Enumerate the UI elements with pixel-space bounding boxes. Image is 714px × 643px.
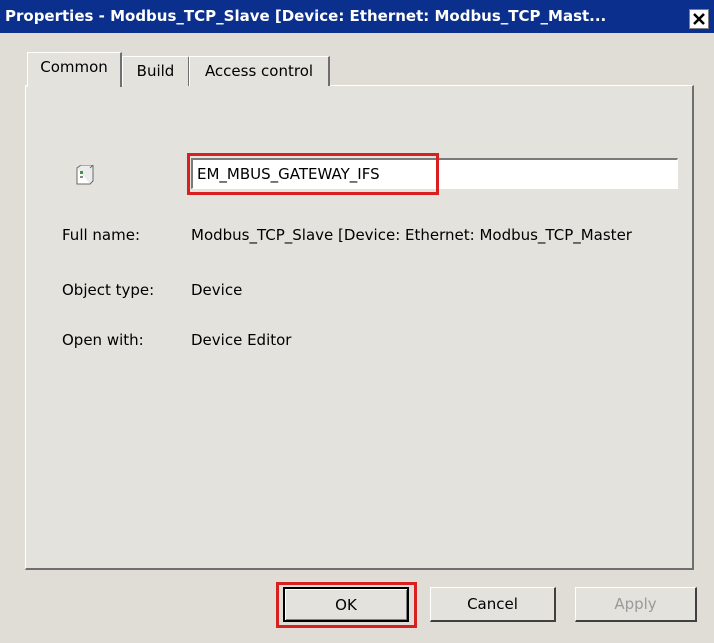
close-button[interactable] [689, 9, 709, 29]
full-name-label: Full name: [62, 226, 141, 244]
close-icon [693, 13, 705, 25]
title-bar[interactable]: Properties - Modbus_TCP_Slave [Device: E… [0, 0, 714, 33]
tab-access-control[interactable]: Access control [189, 56, 330, 86]
tab-build[interactable]: Build [122, 56, 190, 86]
object-type-value: Device [191, 281, 243, 299]
device-icon [76, 164, 94, 189]
object-type-label: Object type: [62, 281, 155, 299]
apply-button[interactable]: Apply [575, 587, 697, 622]
ok-button[interactable]: OK [283, 587, 409, 622]
object-name-input[interactable] [191, 158, 678, 189]
open-with-value: Device Editor [191, 331, 292, 349]
open-with-label: Open with: [62, 331, 144, 349]
window-title: Properties - Modbus_TCP_Slave [Device: E… [5, 7, 607, 25]
tab-common[interactable]: Common [27, 52, 122, 87]
cancel-button[interactable]: Cancel [430, 587, 556, 622]
full-name-value: Modbus_TCP_Slave [Device: Ethernet: Modb… [191, 226, 632, 244]
